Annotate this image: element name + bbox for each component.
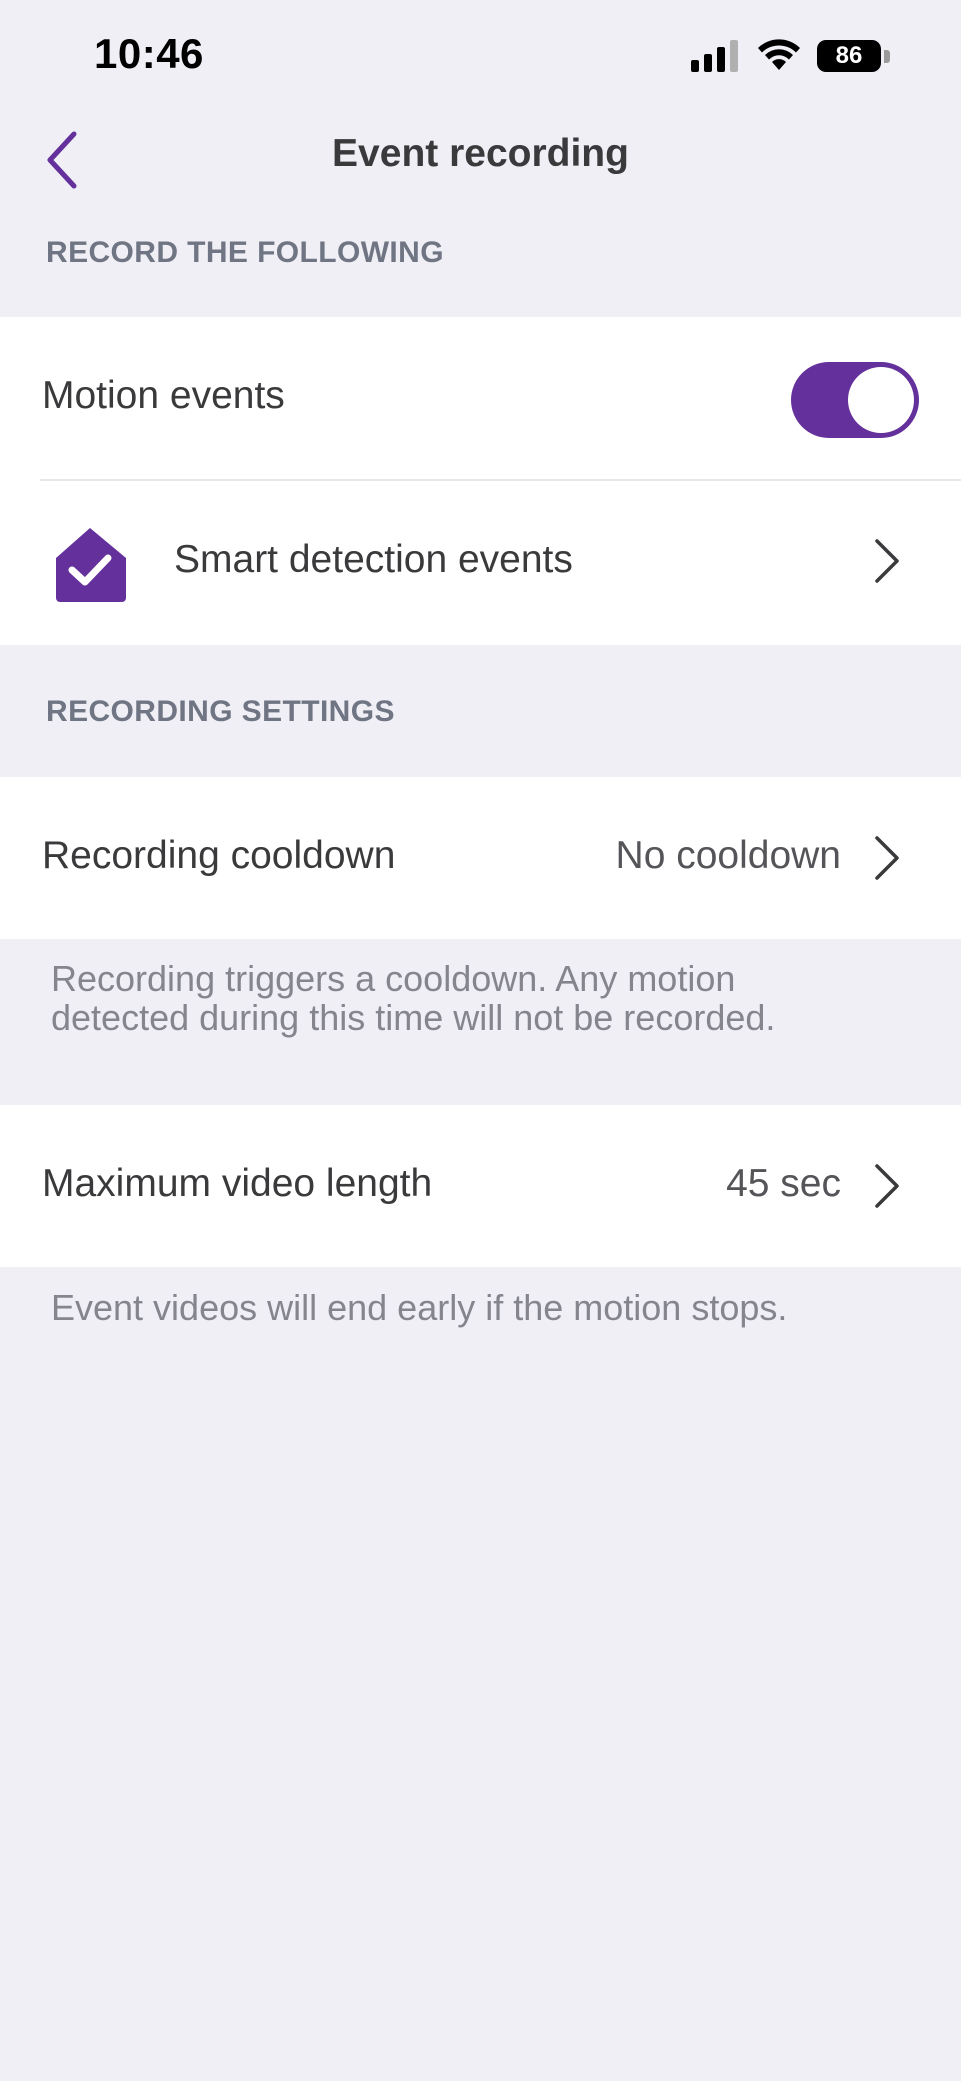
wifi-icon <box>758 39 800 70</box>
status-time: 10:46 <box>94 30 204 77</box>
chevron-right-icon <box>875 539 899 583</box>
page-title: Event recording <box>332 132 629 175</box>
battery-cap <box>884 50 890 63</box>
section-header-record: RECORD THE FOLLOWING <box>46 236 444 269</box>
motion-events-label: Motion events <box>42 374 285 417</box>
max-video-length-label: Maximum video length <box>42 1162 433 1205</box>
battery-icon: 86 <box>817 40 881 72</box>
recording-cooldown-value: No cooldown <box>615 834 841 877</box>
status-bar: 10:46 86 <box>0 0 961 112</box>
cooldown-footnote-line-1: Recording triggers a cooldown. Any motio… <box>51 958 736 999</box>
recording-cooldown-row[interactable]: Recording cooldown No cooldown <box>0 777 961 939</box>
chevron-right-icon <box>875 836 899 880</box>
smart-detection-row[interactable]: Smart detection events <box>0 481 961 645</box>
cellular-signal-icon <box>691 40 738 72</box>
home-check-icon <box>56 528 126 602</box>
max-length-group: Maximum video length 45 sec <box>0 1105 961 1267</box>
max-video-length-row[interactable]: Maximum video length 45 sec <box>0 1105 961 1267</box>
cooldown-footnote: Recording triggers a cooldown. Any motio… <box>51 959 931 1037</box>
chevron-right-icon <box>875 1164 899 1208</box>
max-length-footnote: Event videos will end early if the motio… <box>51 1287 788 1328</box>
recording-cooldown-label: Recording cooldown <box>42 834 396 877</box>
smart-detection-label: Smart detection events <box>174 538 573 581</box>
motion-events-toggle[interactable] <box>791 362 919 438</box>
section-header-settings: RECORDING SETTINGS <box>46 695 395 728</box>
max-video-length-value: 45 sec <box>726 1162 841 1205</box>
cooldown-footnote-line-2: detected during this time will not be re… <box>51 997 776 1038</box>
toggle-knob <box>848 367 914 433</box>
cooldown-group: Recording cooldown No cooldown <box>0 777 961 939</box>
